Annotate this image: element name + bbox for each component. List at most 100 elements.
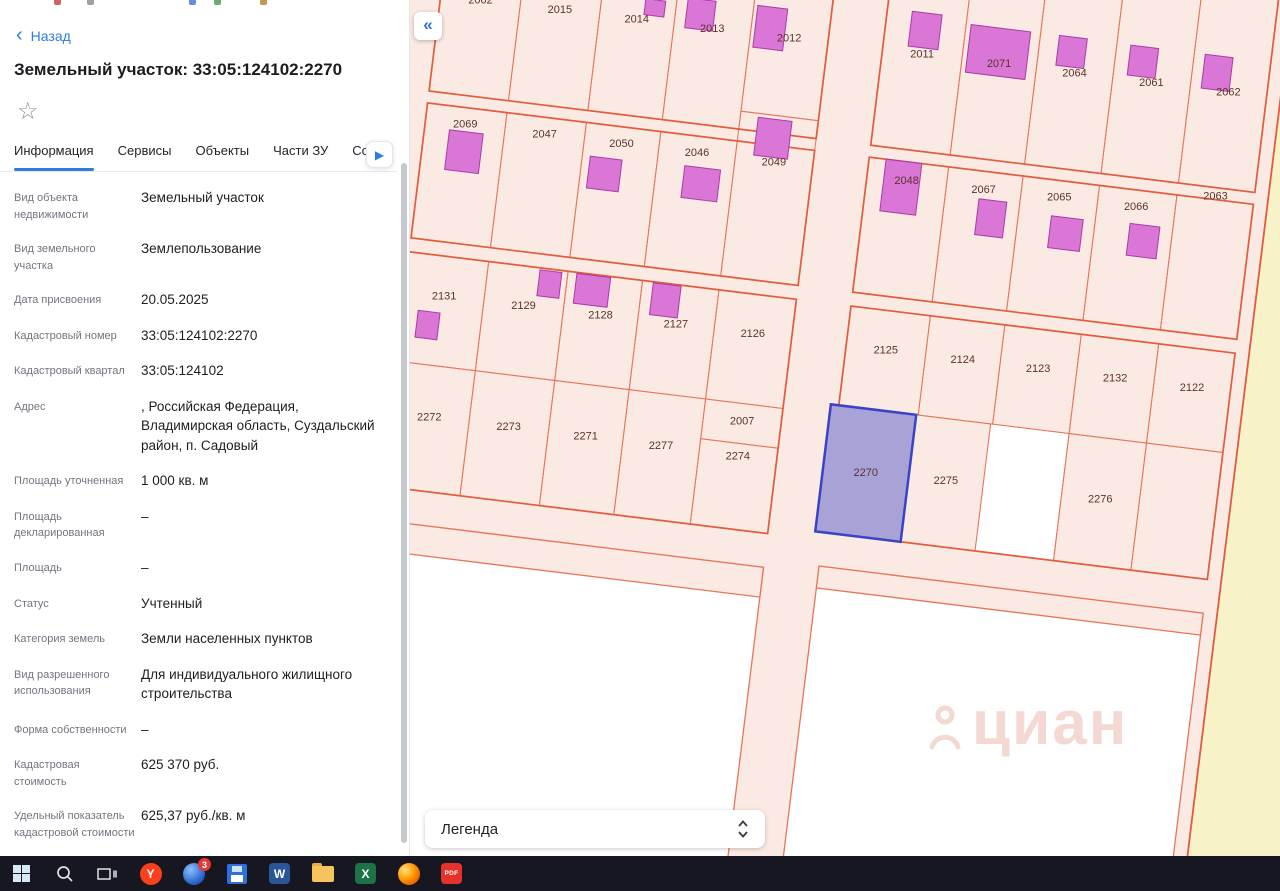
parcel-label: 2125 — [874, 345, 898, 357]
field-label: Площадь — [14, 561, 62, 574]
folder-button[interactable] — [301, 856, 344, 891]
browser-edge-dot — [54, 0, 61, 5]
parcel-label: 2007 — [730, 416, 754, 428]
parcel-label: 2277 — [649, 440, 673, 452]
tab-parts-zu[interactable]: Части ЗУ — [273, 143, 328, 171]
save-icon — [226, 863, 247, 884]
parcel-label: 2271 — [573, 431, 597, 443]
field-value: Земельный участок — [141, 190, 264, 205]
search-icon — [56, 865, 73, 882]
tab-information[interactable]: Информация — [14, 143, 94, 171]
field-label: Кадастровая стоимость — [14, 759, 80, 788]
excel-button[interactable]: X — [344, 856, 387, 891]
parcel-label: 2063 — [1203, 191, 1227, 203]
pdf-button[interactable]: PDF — [430, 856, 473, 891]
cadastral-map[interactable]: 2002 2015 2014 2013 2012 2069 2047 2050 2046 2049… — [410, 0, 1280, 856]
building-footprint — [1055, 34, 1088, 70]
field-value: Землепользование — [141, 241, 262, 256]
building-footprint — [964, 24, 1032, 81]
back-label: Назад — [30, 28, 71, 44]
map-panel[interactable]: 2002 2015 2014 2013 2012 2069 2047 2050 2046 2049… — [410, 0, 1280, 856]
field-value: 33:05:124102 — [141, 363, 224, 379]
field-row: Кадастровый квартал 33:05:124102 — [14, 361, 392, 381]
field-label: Кадастровый номер — [14, 329, 117, 342]
parcel-label: 2132 — [1103, 373, 1127, 385]
field-value: 1 000 кв. м — [141, 473, 209, 489]
field-row: Кадастровая стоимость 625 370 руб. — [14, 755, 392, 790]
parcel-label: 2122 — [1180, 382, 1204, 394]
field-label: Вид объекта недвижимости — [14, 192, 89, 221]
parcel-label: 2276 — [1088, 494, 1112, 506]
building-footprint — [879, 158, 923, 216]
start-button[interactable] — [0, 856, 43, 891]
screen: ‹ Назад Земельный участок: 33:05:124102:… — [0, 0, 1280, 891]
field-value: – — [141, 559, 149, 575]
tab-objects[interactable]: Объекты — [195, 143, 249, 171]
back-link[interactable]: ‹ Назад — [16, 25, 71, 45]
page-title: Земельный участок: 33:05:124102:2270 — [14, 60, 343, 79]
field-row: Статус Учтенный — [14, 594, 392, 614]
parcel-label: 2069 — [453, 119, 477, 131]
building-footprint — [572, 272, 612, 308]
parcel-label: 2071 — [987, 58, 1011, 70]
field-row: Вид разрешенного использования Для индиви… — [14, 665, 392, 704]
scrollbar-thumb[interactable] — [401, 163, 407, 843]
pdf-icon: PDF — [441, 863, 462, 884]
firefox-button[interactable] — [387, 856, 430, 891]
parcel-label: 2123 — [1026, 363, 1050, 375]
sidebar-panel: ‹ Назад Земельный участок: 33:05:124102:… — [0, 0, 410, 856]
field-label: Адрес — [14, 400, 46, 413]
field-label: Кадастровый квартал — [14, 365, 125, 378]
task-view-icon — [97, 867, 117, 880]
browser-edge-strip — [0, 0, 410, 7]
parcel-label: 2275 — [934, 475, 958, 487]
parcel[interactable] — [974, 423, 1070, 562]
collapse-sidebar-button[interactable]: « — [414, 12, 442, 40]
building-footprint — [414, 309, 441, 341]
browser-button[interactable]: 3 — [172, 856, 215, 891]
favorite-star-icon[interactable]: ☆ — [17, 97, 39, 126]
parcel-label: 2061 — [1139, 77, 1163, 89]
field-value: – — [141, 721, 149, 737]
legend-label: Легенда — [441, 820, 499, 838]
parcel-label: 2067 — [971, 184, 995, 196]
building-footprint — [907, 10, 943, 51]
field-value: Для индивидуального жилищного строительс… — [141, 666, 353, 702]
search-button[interactable] — [43, 856, 86, 891]
parcel-label: 2066 — [1124, 201, 1148, 213]
parcel-label: 2046 — [685, 147, 709, 159]
field-value: 33:05:124102:2270 — [141, 327, 258, 343]
tab-services[interactable]: Сервисы — [118, 143, 172, 171]
parcel-label: 2013 — [700, 23, 724, 35]
field-row: Дата присвоения 20.05.2025 — [14, 290, 392, 310]
parcel-label: 2049 — [762, 156, 786, 168]
tab-bar: ИнформацияСервисыОбъектыЧасти ЗУСоста — [14, 143, 396, 171]
browser-edge-dot — [87, 0, 94, 5]
legend-dropdown[interactable]: Легенда — [425, 810, 765, 848]
building-footprint — [974, 198, 1008, 239]
word-button[interactable]: W — [258, 856, 301, 891]
parcel-label: 2065 — [1047, 192, 1071, 204]
building-footprint — [444, 129, 484, 175]
field-value: 625 370 руб. — [141, 757, 220, 773]
browser-edge-dot — [260, 0, 267, 5]
chevron-updown-icon — [738, 820, 748, 838]
browser-edge-dot — [214, 0, 221, 5]
excel-icon: X — [355, 863, 376, 884]
tabs-scroll-right-button[interactable]: ▶ — [366, 141, 393, 168]
yandex-browser-button[interactable]: Y — [129, 856, 172, 891]
save-button[interactable] — [215, 856, 258, 891]
field-row: Адрес , Российская Федерация, Владимирска… — [14, 397, 392, 456]
task-view-button[interactable] — [86, 856, 129, 891]
field-label: Удельный показатель кадастровой стоимост… — [14, 810, 135, 839]
field-label: Статус — [14, 597, 49, 610]
field-label: Категория земель — [14, 633, 105, 646]
word-icon: W — [269, 863, 290, 884]
parcel-label: 2047 — [532, 128, 556, 140]
yandex-browser-icon: Y — [139, 862, 162, 885]
field-label: Дата присвоения — [14, 294, 102, 306]
tab-bar-divider — [0, 171, 397, 172]
field-value: Земли населенных пунктов — [141, 631, 313, 647]
field-row: Категория земель Земли населенных пунктов — [14, 629, 392, 649]
field-label: Вид земельного участка — [14, 243, 96, 272]
